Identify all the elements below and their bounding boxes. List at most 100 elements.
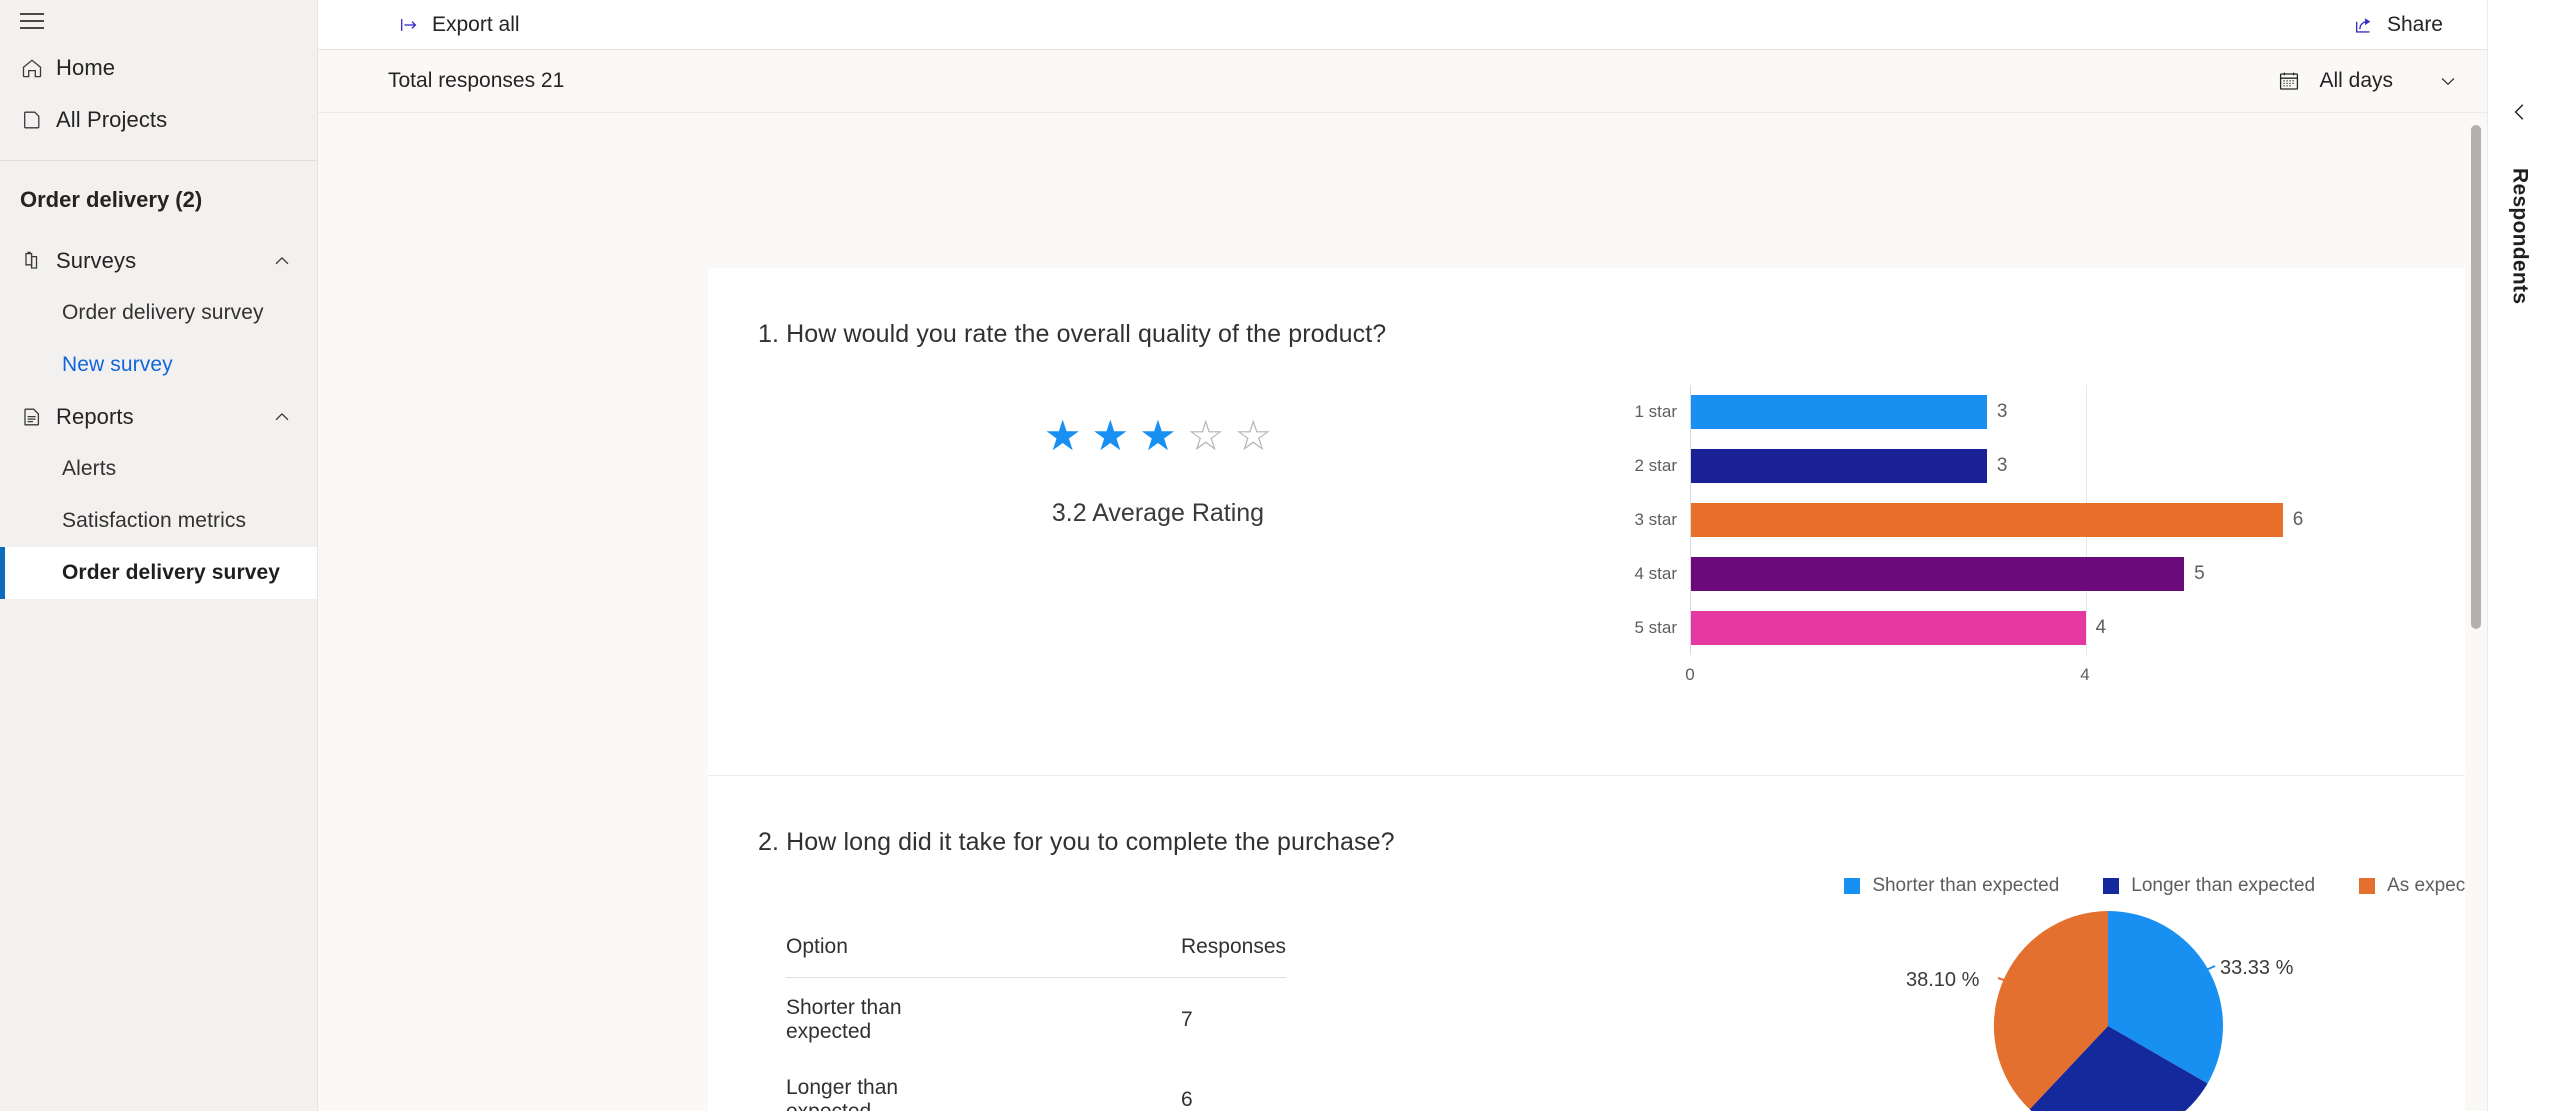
x-axis-tick-label: 0 — [1685, 665, 1695, 684]
pie-label-shorter-than-expected: 33.33 % — [2220, 957, 2294, 979]
sidebar-item-all-projects[interactable]: All Projects — [0, 94, 317, 146]
export-icon — [398, 14, 420, 36]
document-icon — [20, 108, 56, 132]
main-region: Export all Share Total responses 21 All … — [318, 0, 2487, 1111]
legend-item[interactable]: Longer than expected — [2103, 875, 2315, 897]
chevron-up-icon[interactable] — [271, 406, 293, 428]
bar[interactable] — [1691, 449, 1987, 483]
responses-table: Option Responses Shorter than expected 7 — [786, 935, 1286, 1111]
chevron-left-icon[interactable] — [2500, 92, 2540, 132]
star-filled-icon: ★ — [1043, 412, 1082, 459]
sidebar-item-new-survey[interactable]: New survey — [0, 339, 317, 391]
bar-chart-plot: 1 star 3 2 star 3 3 star 6 4 star 5 5 st… — [1634, 385, 2481, 655]
sidebar-item-label: New survey — [62, 353, 173, 376]
cell-responses: 6 — [1180, 1088, 1193, 1111]
bar-value-label: 4 — [2095, 617, 2107, 638]
bar-category-label: 4 star — [1634, 564, 1677, 583]
average-rating-block: ★ ★ ★ ☆ ☆ 3.2 Average Rating — [708, 349, 1608, 528]
hamburger-icon[interactable] — [20, 13, 44, 29]
legend-item[interactable]: Shorter than expected — [1844, 875, 2059, 897]
home-icon — [20, 56, 56, 80]
cell-option: Longer than expected — [786, 1076, 899, 1111]
cell-responses: 7 — [1180, 1008, 1193, 1031]
total-responses-text: Total responses 21 — [388, 69, 565, 92]
sidebar-top-nav: Home All Projects — [0, 42, 317, 160]
share-icon — [2353, 14, 2375, 36]
question-1-title: 1. How would you rate the overall qualit… — [758, 320, 1387, 348]
respondents-rail: Respondents — [2487, 0, 2551, 1111]
sidebar-item-alerts[interactable]: Alerts — [0, 443, 317, 495]
report-cards: 1. How would you rate the overall qualit… — [708, 268, 2487, 1111]
sidebar-item-order-delivery-survey[interactable]: Order delivery survey — [0, 287, 317, 339]
bar-chart-row[interactable]: 3 star 6 — [1634, 503, 2480, 537]
rating-bar-chart: 1 star 3 2 star 3 3 star 6 4 star 5 5 st… — [1618, 349, 2487, 689]
sidebar-section-surveys[interactable]: Surveys — [0, 235, 317, 287]
share-button[interactable]: Share — [2345, 9, 2451, 41]
hamburger-row — [0, 0, 317, 42]
bar-value-label: 6 — [2292, 509, 2304, 530]
bar-chart-row[interactable]: 4 star 5 — [1634, 557, 2480, 591]
x-axis-tick-label: 4 — [2080, 665, 2090, 684]
sidebar-item-label: Home — [56, 55, 116, 80]
bar-category-label: 1 star — [1634, 402, 1677, 421]
date-filter-dropdown[interactable]: All days — [2267, 63, 2469, 99]
bar-value-label: 3 — [1996, 401, 2008, 422]
chevron-up-icon[interactable] — [271, 250, 293, 272]
responses-table-block: Option Responses Shorter than expected 7 — [708, 857, 1608, 1111]
bar-chart-rows: 1 star 3 2 star 3 3 star 6 4 star 5 5 st… — [1634, 385, 2480, 655]
bar[interactable] — [1691, 611, 2086, 645]
table-header-row: Option Responses — [786, 935, 1286, 978]
sidebar-section-reports[interactable]: Reports — [0, 391, 317, 443]
export-all-button[interactable]: Export all — [390, 9, 528, 41]
star-rating: ★ ★ ★ ☆ ☆ — [1044, 415, 1272, 457]
calendar-icon — [2277, 69, 2301, 93]
bar-chart-row[interactable]: 5 star 4 — [1634, 611, 2480, 645]
bar[interactable] — [1691, 557, 2185, 591]
pie-area: 33.33 % 28.57 % 38.10 % — [1848, 911, 2487, 1111]
sidebar-item-order-delivery-survey-report[interactable]: Order delivery survey — [0, 547, 317, 599]
average-rating-label: 3.2 Average Rating — [1051, 499, 1265, 527]
question-2-title: 2. How long did it take for you to compl… — [758, 828, 1395, 856]
export-all-label: Export all — [432, 12, 520, 36]
legend-swatch — [2103, 878, 2120, 894]
clipboard-icon — [20, 249, 56, 273]
bar-category-label: 5 star — [1634, 618, 1677, 637]
cell-option: Shorter than expected — [786, 996, 902, 1043]
bar-chart-row[interactable]: 2 star 3 — [1634, 449, 2480, 483]
bar-category-label: 2 star — [1634, 456, 1677, 475]
sidebar-item-label: Satisfaction metrics — [62, 509, 247, 532]
chevron-down-icon[interactable] — [2411, 70, 2459, 92]
sidebar-group-title: Order delivery (2) — [20, 187, 203, 212]
command-bar: Export all Share — [318, 0, 2487, 50]
question-card-1: 1. How would you rate the overall qualit… — [708, 268, 2487, 775]
share-label: Share — [2386, 12, 2443, 36]
scroll-region: 1. How would you rate the overall qualit… — [318, 113, 2487, 1111]
question-1-body: ★ ★ ★ ☆ ☆ 3.2 Average Rating 1 star 3 2 … — [708, 349, 2487, 775]
sidebar-item-home[interactable]: Home — [0, 42, 317, 94]
pie-svg — [1993, 911, 2224, 1111]
legend-swatch — [1844, 878, 1861, 894]
bar[interactable] — [1691, 395, 1987, 429]
bar[interactable] — [1691, 503, 2283, 537]
legend-label: Shorter than expected — [1872, 875, 2060, 896]
sidebar-item-satisfaction-metrics[interactable]: Satisfaction metrics — [0, 495, 317, 547]
respondents-panel-title[interactable]: Respondents — [2508, 168, 2532, 304]
bar-chart-row[interactable]: 1 star 3 — [1634, 395, 2480, 429]
pie-label-as-expected: 38.10 % — [1906, 969, 1980, 991]
bar-chart-x-axis: 0 4 8 — [1685, 655, 2484, 689]
question-card-2: 2. How long did it take for you to compl… — [708, 775, 2487, 1111]
sidebar-item-label: Order delivery survey — [62, 301, 264, 324]
star-filled-icon: ★ — [1091, 412, 1130, 459]
pie-legend: Shorter than expected Longer than expect… — [1844, 875, 2487, 897]
sidebar-item-label: Alerts — [62, 457, 117, 480]
report-icon — [20, 405, 56, 429]
content-area: 1. How would you rate the overall qualit… — [318, 113, 2487, 1111]
sidebar-item-label: Order delivery survey — [62, 561, 281, 584]
app-root: Home All Projects Order delivery (2) Sur… — [0, 0, 2551, 1111]
bar-value-label: 5 — [2194, 563, 2205, 584]
column-header-option: Option — [786, 935, 976, 978]
table-head: Option Responses — [786, 935, 1286, 978]
table-body: Shorter than expected 7 Longer than expe… — [786, 978, 1286, 1111]
table-row: Longer than expected 6 — [786, 1058, 1286, 1111]
question-2-body: Option Responses Shorter than expected 7 — [708, 857, 2487, 1111]
